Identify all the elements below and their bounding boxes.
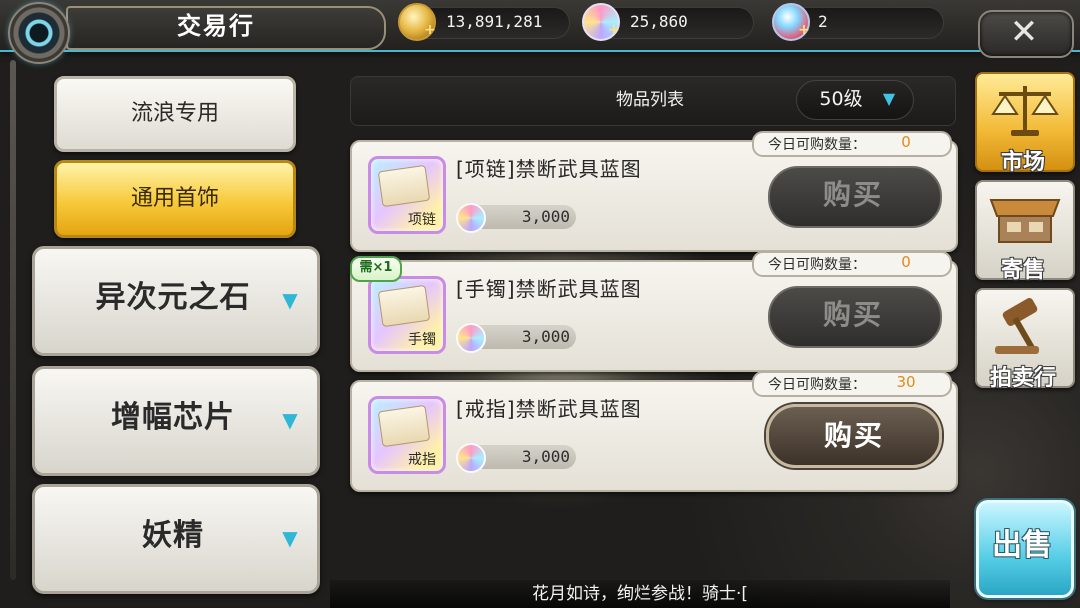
chevron-down-icon: ▼: [282, 408, 298, 432]
item-price: 3,000: [521, 207, 570, 226]
daily-quota-value: 30: [896, 373, 916, 391]
item-type-tag: 戒指: [408, 452, 436, 468]
category-accessories[interactable]: 通用首饰: [54, 160, 296, 238]
item-type-tag: 项链: [408, 212, 436, 228]
item-name: [戒指]禁断武具蓝图: [456, 397, 642, 421]
gavel-icon: [995, 298, 1039, 354]
sell-button-label[interactable]: 出售: [976, 500, 1068, 592]
daily-quota-label: 今日可购数量：: [768, 257, 866, 273]
item-name: [手镯]禁断武具蓝图: [456, 277, 642, 301]
nav-consign-label: 寄售: [1000, 258, 1045, 283]
category-wanderer[interactable]: 流浪专用: [54, 76, 296, 152]
scroll-icon: [377, 164, 431, 208]
broadcast-text: 花月如诗，绚烂参战！骑士·[: [531, 584, 749, 604]
caret-down-icon[interactable]: ▼: [878, 80, 900, 118]
plus-icon: +: [798, 22, 810, 38]
scroll-icon: [377, 404, 431, 448]
left-frame-line: [10, 60, 16, 580]
buy-button-label: 购买: [823, 419, 884, 452]
chevron-down-icon: ▼: [282, 526, 298, 550]
item-name: [项链]禁断武具蓝图: [456, 157, 642, 181]
gold-amount: 13,891,281: [446, 12, 543, 31]
stall-icon: [989, 199, 1061, 243]
plus-icon: +: [424, 22, 436, 38]
requirement-badge: 需×1: [350, 256, 402, 282]
category-label: 妖精: [142, 518, 204, 553]
gem-amount: 2: [818, 12, 828, 31]
category-label: 增幅芯片: [111, 400, 235, 435]
chevron-down-icon: ▼: [282, 288, 298, 312]
scales-icon: [991, 86, 1059, 136]
emblem-icon: [8, 2, 70, 64]
daily-quota-value: 0: [901, 253, 911, 271]
category-label: 异次元之石: [95, 280, 251, 315]
level-filter-value[interactable]: 50级: [806, 80, 876, 118]
close-icon[interactable]: ✕: [978, 10, 1070, 54]
nav-market-label: 市场: [1000, 150, 1045, 175]
page-title: 交易行: [177, 12, 255, 40]
buy-button-label: 购买: [822, 178, 883, 211]
item-type-tag: 手镯: [408, 332, 436, 348]
item-list-title: 物品列表: [616, 90, 684, 110]
plus-icon: +: [608, 22, 620, 38]
daily-quota-label: 今日可购数量：: [768, 137, 866, 153]
item-price: 3,000: [521, 327, 570, 346]
item-price: 3,000: [521, 447, 570, 466]
buy-button-label: 购买: [822, 298, 883, 331]
daily-quota-value: 0: [901, 133, 911, 151]
rainbow-amount: 25,860: [630, 12, 688, 31]
daily-quota-label: 今日可购数量：: [768, 377, 866, 393]
scroll-icon: [377, 284, 431, 328]
nav-auction-label: 拍卖行: [989, 366, 1056, 391]
